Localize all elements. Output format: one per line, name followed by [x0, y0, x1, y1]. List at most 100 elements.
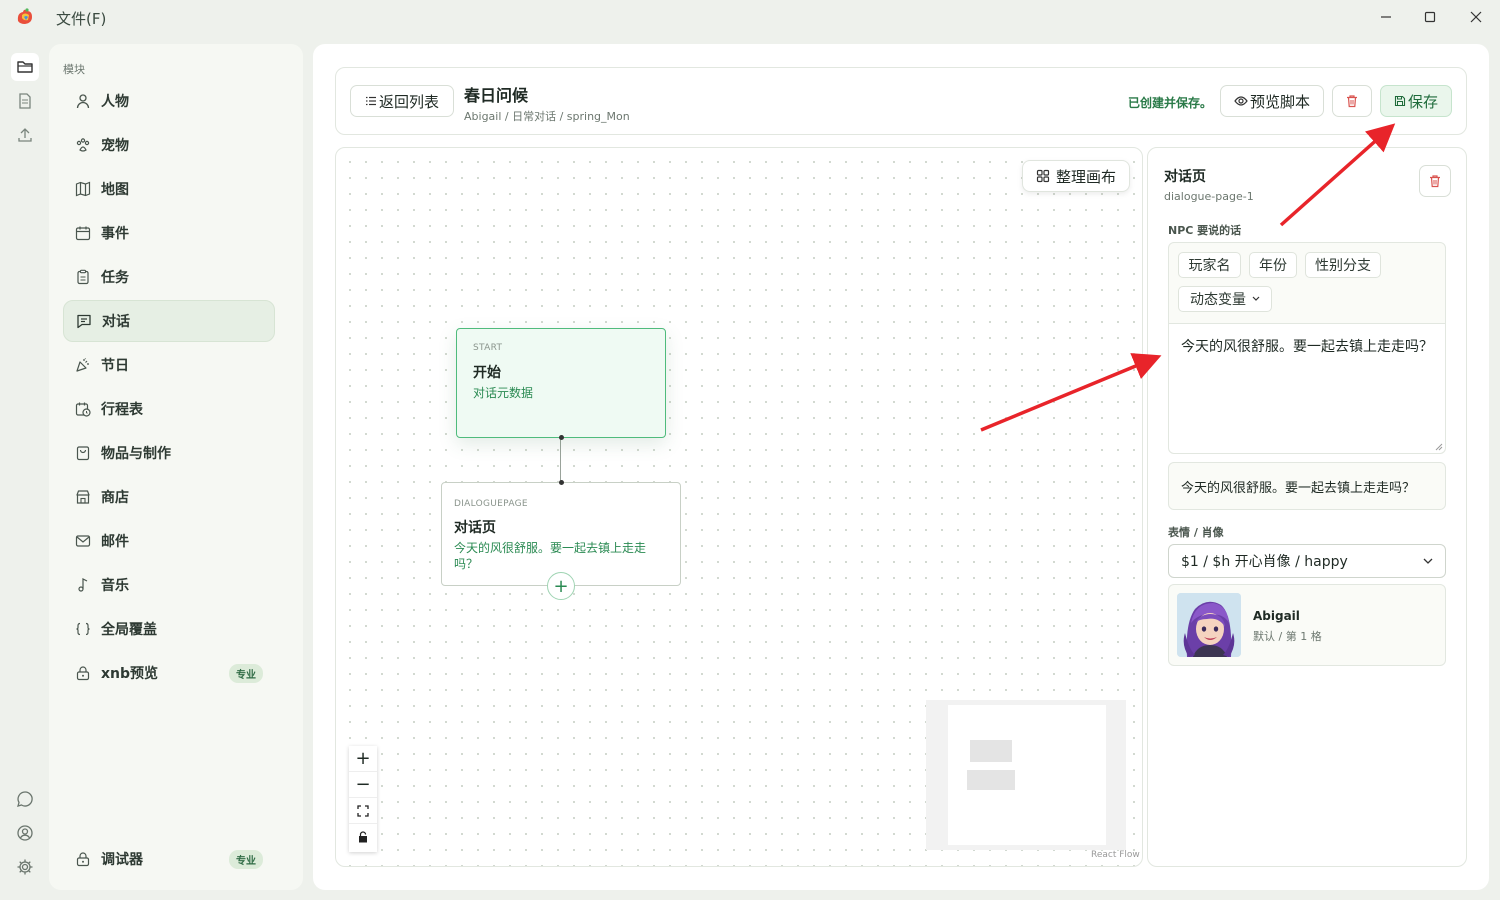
node-subtitle: 今天的风很舒服。要一起去镇上走走吗？	[454, 541, 647, 571]
node-subtitle: 对话元数据	[473, 386, 534, 400]
sidebar: 模块 人物 宠物 地图 事件 任务 对话 节日 行程表 物品与制作 商店 邮件 …	[49, 44, 303, 890]
flow-edge	[560, 437, 561, 483]
target-handle[interactable]	[559, 480, 564, 485]
document-icon[interactable]	[11, 87, 39, 115]
sidebar-item-label: 邮件	[101, 534, 129, 550]
sidebar-item-label: 商店	[101, 490, 129, 506]
sidebar-item-global-override[interactable]: 全局覆盖	[63, 608, 275, 650]
preview-script-button[interactable]: 预览脚本	[1220, 85, 1324, 117]
insert-player-name-chip[interactable]: 玩家名	[1178, 252, 1241, 278]
resize-handle-icon[interactable]	[1435, 443, 1443, 451]
editor-header: 返回列表 春日问候 Abigail / 日常对话 / spring_Mon 已创…	[335, 67, 1467, 135]
sidebar-item-shop[interactable]: 商店	[63, 476, 275, 518]
sidebar-item-xnb-preview[interactable]: xnb预览 专业	[63, 652, 275, 694]
node-type: START	[473, 343, 503, 353]
map-icon	[74, 180, 92, 198]
sidebar-item-quest[interactable]: 任务	[63, 256, 275, 298]
sidebar-item-label: 事件	[101, 226, 129, 242]
node-id: dialogue-page-1	[1164, 190, 1254, 203]
react-flow-attribution[interactable]: React Flow	[1091, 850, 1140, 860]
close-icon[interactable]	[1463, 6, 1489, 28]
npc-line-textarea[interactable]: 今天的风很舒服。要一起去镇上走走吗？	[1169, 323, 1445, 453]
music-icon	[74, 576, 92, 594]
tidy-canvas-button[interactable]: 整理画布	[1022, 160, 1130, 192]
sidebar-item-dialogue[interactable]: 对话	[63, 300, 275, 342]
sidebar-item-music[interactable]: 音乐	[63, 564, 275, 606]
dialogue-page-node[interactable]: DIALOGUEPAGE 对话页 今天的风很舒服。要一起去镇上走走吗？	[441, 480, 681, 586]
folder-icon[interactable]	[11, 53, 39, 81]
braces-icon	[74, 620, 92, 638]
minimap[interactable]	[926, 700, 1126, 850]
lock-icon	[74, 850, 92, 868]
chat-icon[interactable]	[11, 785, 39, 813]
message-icon	[75, 312, 93, 330]
gear-icon[interactable]	[11, 853, 39, 881]
sidebar-item-festival[interactable]: 节日	[63, 344, 275, 386]
sidebar-item-label: 全局覆盖	[101, 622, 157, 638]
flow-canvas[interactable]: 整理画布 START 开始 对话元数据 DIALOGUEPAGE 对话页 今天的…	[335, 147, 1143, 867]
sidebar-item-map[interactable]: 地图	[63, 168, 275, 210]
minimap-node	[967, 770, 1015, 790]
line-preview: 今天的风很舒服。要一起去镇上走走吗？	[1168, 462, 1446, 510]
trash-icon	[1428, 174, 1442, 188]
sidebar-item-label: 物品与制作	[101, 446, 171, 462]
person-icon	[74, 92, 92, 110]
start-node[interactable]: START 开始 对话元数据	[456, 328, 666, 440]
sidebar-heading: 模块	[63, 63, 85, 76]
user-icon[interactable]	[11, 819, 39, 847]
source-handle[interactable]	[559, 435, 564, 440]
expression-value: $1 / $h 开心肖像 / happy	[1181, 554, 1348, 570]
sidebar-item-event[interactable]: 事件	[63, 212, 275, 254]
node-title: 开始	[473, 365, 501, 381]
menu-file[interactable]: 文件(F)	[56, 8, 106, 29]
sidebar-item-label: xnb预览	[101, 666, 159, 682]
back-label: 返回列表	[378, 92, 439, 111]
back-to-list-button[interactable]: 返回列表	[350, 85, 454, 117]
sidebar-item-label: 对话	[102, 314, 130, 330]
portrait-card: Abigail 默认 / 第 1 格	[1168, 584, 1446, 666]
zoom-in-button[interactable]: +	[349, 746, 377, 772]
save-icon	[1394, 95, 1406, 107]
delete-node-button[interactable]	[1419, 165, 1451, 197]
portrait-subtitle: 默认 / 第 1 格	[1253, 630, 1322, 643]
clipboard-icon	[74, 268, 92, 286]
minimize-icon[interactable]	[1373, 6, 1399, 28]
node-type: DIALOGUEPAGE	[454, 499, 528, 509]
upload-icon[interactable]	[11, 121, 39, 149]
fit-view-icon[interactable]	[349, 798, 377, 824]
schedule-icon	[74, 400, 92, 418]
page-title: 春日问候	[464, 86, 529, 105]
sidebar-item-person[interactable]: 人物	[63, 80, 275, 122]
maximize-icon[interactable]	[1417, 6, 1443, 28]
lock-icon	[74, 664, 92, 682]
inspector-title: 对话页	[1164, 169, 1206, 185]
inspector-panel: 对话页 dialogue-page-1 NPC 要说的话 玩家名 年份 性别分支…	[1147, 147, 1467, 867]
grid-icon	[1036, 169, 1050, 183]
lock-icon[interactable]	[349, 824, 377, 850]
delete-button[interactable]	[1332, 85, 1372, 117]
zoom-out-button[interactable]: −	[349, 772, 377, 798]
sidebar-item-pet[interactable]: 宠物	[63, 124, 275, 166]
sidebar-item-items-crafting[interactable]: 物品与制作	[63, 432, 275, 474]
sidebar-item-label: 调试器	[101, 852, 143, 868]
sidebar-item-debugger[interactable]: 调试器 专业	[63, 838, 275, 880]
minimap-node	[970, 740, 1012, 762]
sidebar-item-label: 任务	[101, 270, 129, 286]
add-node-button[interactable]: +	[547, 572, 575, 600]
main-panel: 返回列表 春日问候 Abigail / 日常对话 / spring_Mon 已创…	[313, 44, 1489, 890]
insert-year-chip[interactable]: 年份	[1249, 252, 1297, 278]
bag-icon	[74, 444, 92, 462]
insert-gender-branch-chip[interactable]: 性别分支	[1305, 252, 1381, 278]
sidebar-item-label: 节日	[101, 358, 129, 374]
pro-badge: 专业	[229, 664, 263, 683]
sidebar-item-schedule[interactable]: 行程表	[63, 388, 275, 430]
app-logo	[14, 6, 36, 28]
expression-select[interactable]: $1 / $h 开心肖像 / happy	[1168, 544, 1446, 578]
dynamic-variable-dropdown[interactable]: 动态变量	[1178, 286, 1272, 312]
sidebar-item-mail[interactable]: 邮件	[63, 520, 275, 562]
dynamic-variable-label: 动态变量	[1190, 292, 1246, 308]
save-button[interactable]: 保存	[1380, 85, 1452, 117]
sidebar-item-label: 人物	[101, 94, 129, 110]
title-bar: 文件(F)	[0, 0, 1500, 36]
sidebar-item-label: 宠物	[101, 138, 129, 154]
